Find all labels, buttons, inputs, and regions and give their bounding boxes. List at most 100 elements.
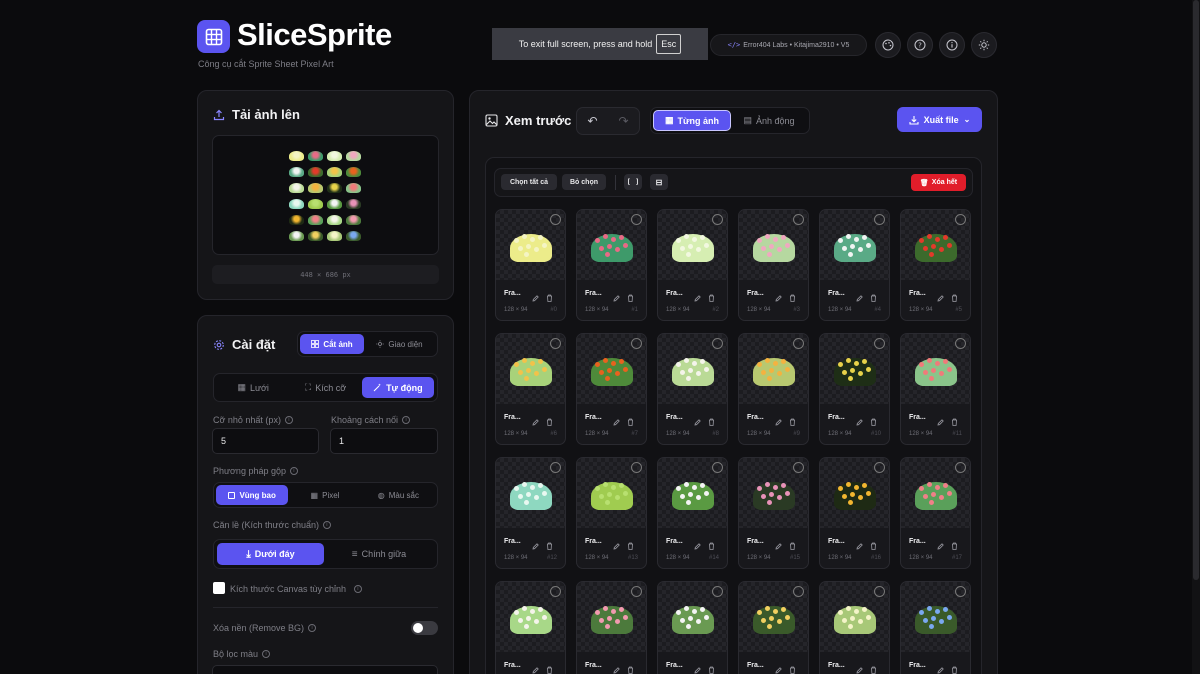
select-radio[interactable]: [874, 338, 885, 349]
trash-icon[interactable]: [789, 661, 796, 674]
select-radio[interactable]: [793, 586, 804, 597]
select-radio[interactable]: [631, 214, 642, 225]
option-align-center[interactable]: ≡ Chính giữa: [324, 543, 434, 565]
edit-icon[interactable]: [694, 413, 701, 431]
trash-icon[interactable]: [627, 537, 634, 555]
frame-card[interactable]: Fra... 128 × 94 #14: [657, 457, 728, 569]
theme-button[interactable]: [971, 32, 997, 58]
select-radio[interactable]: [874, 214, 885, 225]
trash-icon[interactable]: [708, 661, 715, 674]
select-radio[interactable]: [631, 338, 642, 349]
version-pill[interactable]: </> Error404 Labs • Kitajima2910 • V5: [710, 34, 867, 56]
edit-icon[interactable]: [532, 537, 539, 555]
select-radio[interactable]: [955, 214, 966, 225]
edit-icon[interactable]: [856, 661, 863, 674]
edit-icon[interactable]: [532, 413, 539, 431]
tab-appearance[interactable]: Giao diện: [364, 334, 435, 354]
select-radio[interactable]: [631, 462, 642, 473]
select-radio[interactable]: [955, 462, 966, 473]
export-button[interactable]: Xuất file ⌄: [897, 107, 982, 132]
frame-card[interactable]: Fra... 128 × 94 #4: [819, 209, 890, 321]
info-icon[interactable]: i: [284, 416, 293, 424]
tab-animation[interactable]: ▤ Ảnh động: [731, 110, 807, 131]
edit-icon[interactable]: [775, 413, 782, 431]
frame-card[interactable]: Fra... 128 × 94 #1: [576, 209, 647, 321]
frame-view-button[interactable]: ⊟: [650, 174, 668, 190]
select-radio[interactable]: [712, 586, 723, 597]
trash-icon[interactable]: [627, 289, 634, 307]
frame-card[interactable]: Fra... 128 × 94 #7: [576, 333, 647, 445]
tab-grid[interactable]: ▦ Lưới: [217, 377, 289, 398]
edit-icon[interactable]: [694, 661, 701, 674]
trash-icon[interactable]: [789, 289, 796, 307]
edit-icon[interactable]: [613, 289, 620, 307]
trash-icon[interactable]: [546, 289, 553, 307]
frame-card[interactable]: Fra... 128 × 94 #2: [657, 209, 728, 321]
trash-icon[interactable]: [870, 661, 877, 674]
select-radio[interactable]: [550, 586, 561, 597]
select-radio[interactable]: [712, 462, 723, 473]
frame-card[interactable]: Fra...128 × 94#19: [576, 581, 647, 674]
help-button[interactable]: ?: [907, 32, 933, 58]
trash-icon[interactable]: [951, 413, 958, 431]
min-size-input[interactable]: 5: [212, 428, 319, 454]
edit-icon[interactable]: [775, 289, 782, 307]
info-button[interactable]: [939, 32, 965, 58]
frame-card[interactable]: Fra... 128 × 94 #13: [576, 457, 647, 569]
edit-icon[interactable]: [937, 413, 944, 431]
trash-icon[interactable]: [546, 661, 553, 674]
frame-card[interactable]: Fra...128 × 94#20: [657, 581, 728, 674]
undo-button[interactable]: ↶: [577, 108, 608, 134]
frame-card[interactable]: Fra... 128 × 94 #11: [900, 333, 971, 445]
frame-card[interactable]: Fra...128 × 94#18: [495, 581, 566, 674]
tab-cut-image[interactable]: Cắt ảnh: [300, 334, 364, 354]
select-radio[interactable]: [793, 462, 804, 473]
tab-frames[interactable]: ▦ Từng ảnh: [653, 110, 731, 131]
select-radio[interactable]: [712, 214, 723, 225]
edit-icon[interactable]: [613, 537, 620, 555]
trash-icon[interactable]: [708, 537, 715, 555]
edit-icon[interactable]: [694, 289, 701, 307]
tab-auto[interactable]: Tự động: [361, 377, 434, 398]
option-bounding-box[interactable]: Vùng bao: [216, 485, 289, 505]
edit-icon[interactable]: [532, 661, 539, 674]
palette-button[interactable]: [875, 32, 901, 58]
redo-button[interactable]: ↷: [608, 108, 639, 134]
custom-canvas-checkbox[interactable]: [213, 582, 225, 594]
tab-size[interactable]: ⛶ Kích cỡ: [289, 377, 361, 398]
option-color[interactable]: ◍ Màu sắc: [362, 485, 435, 505]
frame-card[interactable]: Fra... 128 × 94 #8: [657, 333, 728, 445]
trash-icon[interactable]: [708, 289, 715, 307]
frame-card[interactable]: Fra... 128 × 94 #6: [495, 333, 566, 445]
select-radio[interactable]: [874, 586, 885, 597]
trash-icon[interactable]: [870, 537, 877, 555]
select-radio[interactable]: [793, 338, 804, 349]
edit-icon[interactable]: [613, 661, 620, 674]
trash-icon[interactable]: [951, 537, 958, 555]
frame-card[interactable]: Fra... 128 × 94 #16: [819, 457, 890, 569]
frame-card[interactable]: Fra... 128 × 94 #5: [900, 209, 971, 321]
bracket-view-button[interactable]: [ ]: [624, 174, 642, 190]
trash-icon[interactable]: [627, 661, 634, 674]
info-icon[interactable]: i: [402, 416, 411, 424]
merge-gap-input[interactable]: 1: [330, 428, 438, 454]
delete-all-button[interactable]: 🗑 Xóa hết: [911, 174, 966, 191]
remove-bg-toggle[interactable]: [411, 621, 438, 635]
edit-icon[interactable]: [532, 289, 539, 307]
frame-card[interactable]: Fra... 128 × 94 #9: [738, 333, 809, 445]
trash-icon[interactable]: [546, 413, 553, 431]
edit-icon[interactable]: [937, 289, 944, 307]
select-radio[interactable]: [550, 338, 561, 349]
option-align-bottom[interactable]: ⤓ Dưới đáy: [217, 543, 325, 565]
edit-icon[interactable]: [937, 537, 944, 555]
frame-card[interactable]: Fra...128 × 94#23: [900, 581, 971, 674]
scrollbar-thumb[interactable]: [1193, 0, 1199, 580]
color-filter-select[interactable]: [212, 665, 438, 674]
select-radio[interactable]: [712, 338, 723, 349]
frame-card[interactable]: Fra... 128 × 94 #10: [819, 333, 890, 445]
edit-icon[interactable]: [613, 413, 620, 431]
trash-icon[interactable]: [708, 413, 715, 431]
edit-icon[interactable]: [856, 289, 863, 307]
sprite-sheet-preview[interactable]: [212, 135, 439, 255]
info-icon[interactable]: i: [353, 585, 362, 593]
